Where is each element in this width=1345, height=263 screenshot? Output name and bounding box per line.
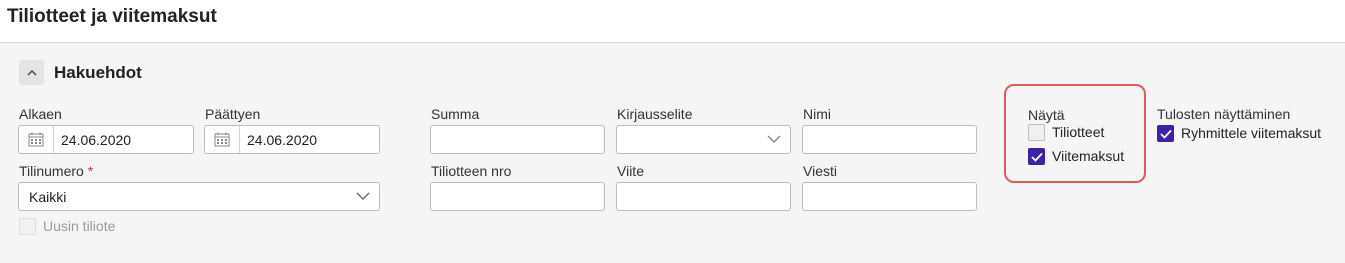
nayta-label: Näytä bbox=[1028, 107, 1065, 123]
paattyen-calendar-button[interactable] bbox=[205, 126, 240, 153]
viite-label: Viite bbox=[617, 163, 644, 179]
alkaen-date-field[interactable]: 24.06.2020 bbox=[18, 125, 194, 154]
kirjausselite-label: Kirjausselite bbox=[617, 106, 693, 122]
tilinumero-value: Kaikki bbox=[29, 189, 67, 205]
section-collapse-button[interactable] bbox=[19, 60, 44, 85]
calendar-icon bbox=[28, 132, 44, 147]
alkaen-value: 24.06.2020 bbox=[61, 132, 132, 148]
tilinumero-label: Tilinumero * bbox=[19, 163, 93, 179]
tiliotteet-checkbox[interactable] bbox=[1028, 124, 1045, 141]
checkmark-icon bbox=[1159, 129, 1172, 139]
page-title: Tiliotteet ja viitemaksut bbox=[7, 6, 217, 27]
alkaen-label: Alkaen bbox=[19, 106, 62, 122]
nimi-label: Nimi bbox=[803, 106, 831, 122]
paattyen-date-field[interactable]: 24.06.2020 bbox=[204, 125, 380, 154]
tulosten-nayttaminen-label: Tulosten näyttäminen bbox=[1157, 106, 1291, 122]
tilinumero-select[interactable]: Kaikki bbox=[18, 182, 380, 211]
section-title: Hakuehdot bbox=[54, 63, 142, 82]
ryhmittele-viitemaksut-checkbox[interactable] bbox=[1157, 125, 1174, 142]
ryhmittele-viitemaksut-label: Ryhmittele viitemaksut bbox=[1181, 125, 1322, 141]
tiliotteen-nro-input[interactable] bbox=[430, 182, 605, 211]
required-mark: * bbox=[87, 163, 94, 179]
page-header: Tiliotteet ja viitemaksut bbox=[0, 0, 1345, 43]
viesti-label: Viesti bbox=[803, 163, 837, 179]
chevron-up-icon bbox=[27, 70, 36, 76]
kirjausselite-select[interactable] bbox=[616, 125, 791, 154]
checkmark-icon bbox=[1030, 152, 1043, 162]
paattyen-label: Päättyen bbox=[205, 106, 261, 122]
viitemaksut-checkbox[interactable] bbox=[1028, 148, 1045, 165]
paattyen-value: 24.06.2020 bbox=[247, 132, 318, 148]
viitemaksut-label: Viitemaksut bbox=[1052, 148, 1125, 164]
tilinumero-label-text: Tilinumero bbox=[19, 163, 84, 179]
uusin-tiliote-label: Uusin tiliote bbox=[43, 218, 116, 234]
summa-input[interactable] bbox=[430, 125, 605, 154]
calendar-icon bbox=[214, 132, 230, 147]
tiliotteen-nro-label: Tiliotteen nro bbox=[431, 163, 512, 179]
viesti-input[interactable] bbox=[802, 182, 977, 211]
nimi-input[interactable] bbox=[802, 125, 977, 154]
summa-label: Summa bbox=[431, 106, 480, 122]
chevron-down-icon bbox=[767, 135, 781, 143]
viite-input[interactable] bbox=[616, 182, 791, 211]
alkaen-calendar-button[interactable] bbox=[19, 126, 54, 153]
chevron-down-icon bbox=[356, 192, 370, 200]
uusin-tiliote-checkbox[interactable] bbox=[19, 218, 36, 235]
tiliotteet-label: Tiliotteet bbox=[1052, 124, 1105, 140]
